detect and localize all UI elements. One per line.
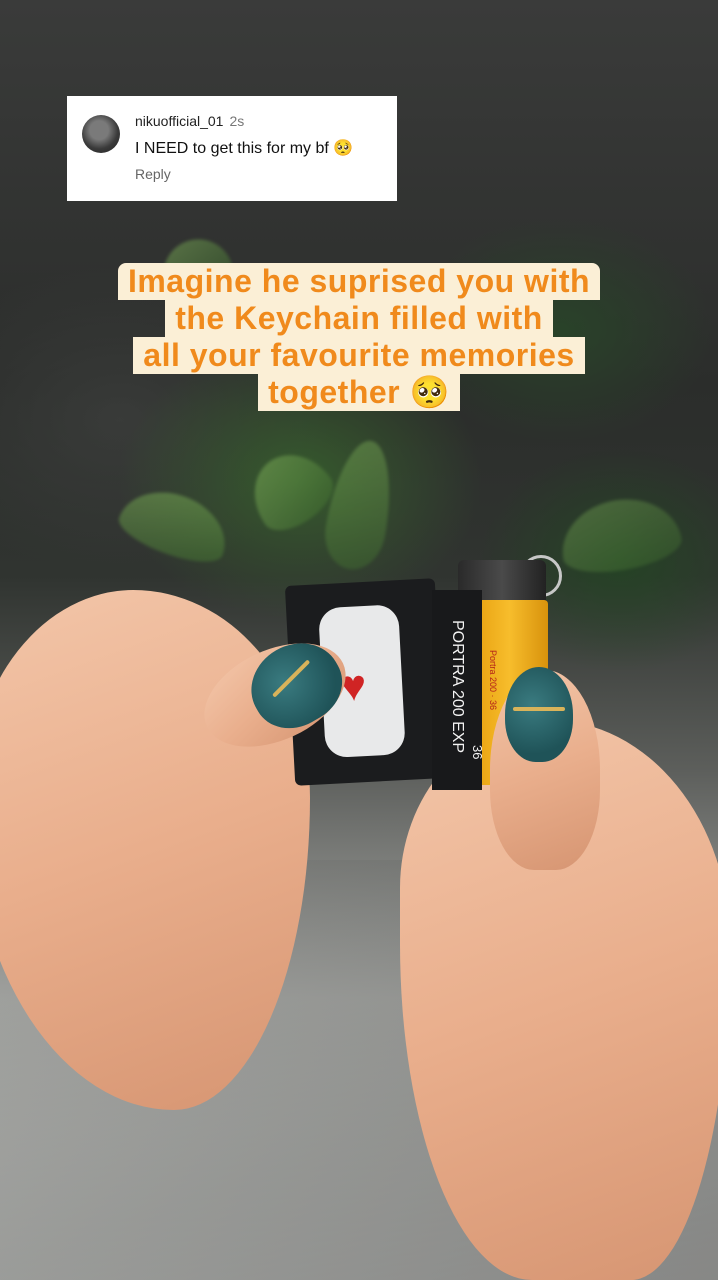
- caption-overlay: Imagine he suprised you with the Keychai…: [0, 263, 718, 411]
- caption-line: the Keychain filled with: [165, 300, 553, 337]
- film-name: PORTRA 200 EXP: [449, 620, 466, 754]
- comment-time: 2s: [229, 113, 245, 129]
- reply-button[interactable]: Reply: [135, 166, 171, 182]
- comment-reply-sticker[interactable]: nikuofficial_01 2s I NEED to get this for…: [67, 96, 397, 201]
- nail-right: [505, 667, 573, 762]
- comment-header: nikuofficial_01 2s: [135, 113, 244, 129]
- caption-line: together 🥺: [258, 374, 460, 411]
- avatar[interactable]: [82, 115, 120, 153]
- comment-username[interactable]: nikuofficial_01: [135, 113, 223, 129]
- video-frame: nikuofficial_01 2s I NEED to get this for…: [0, 0, 718, 1280]
- film-count: 36: [470, 745, 485, 760]
- caption-line: Imagine he suprised you with: [117, 263, 601, 300]
- caption-line: all your favourite memories: [133, 337, 585, 374]
- comment-text: I NEED to get this for my bf 🥺: [135, 140, 354, 157]
- canister-label: Portra 200 · 36: [488, 650, 498, 711]
